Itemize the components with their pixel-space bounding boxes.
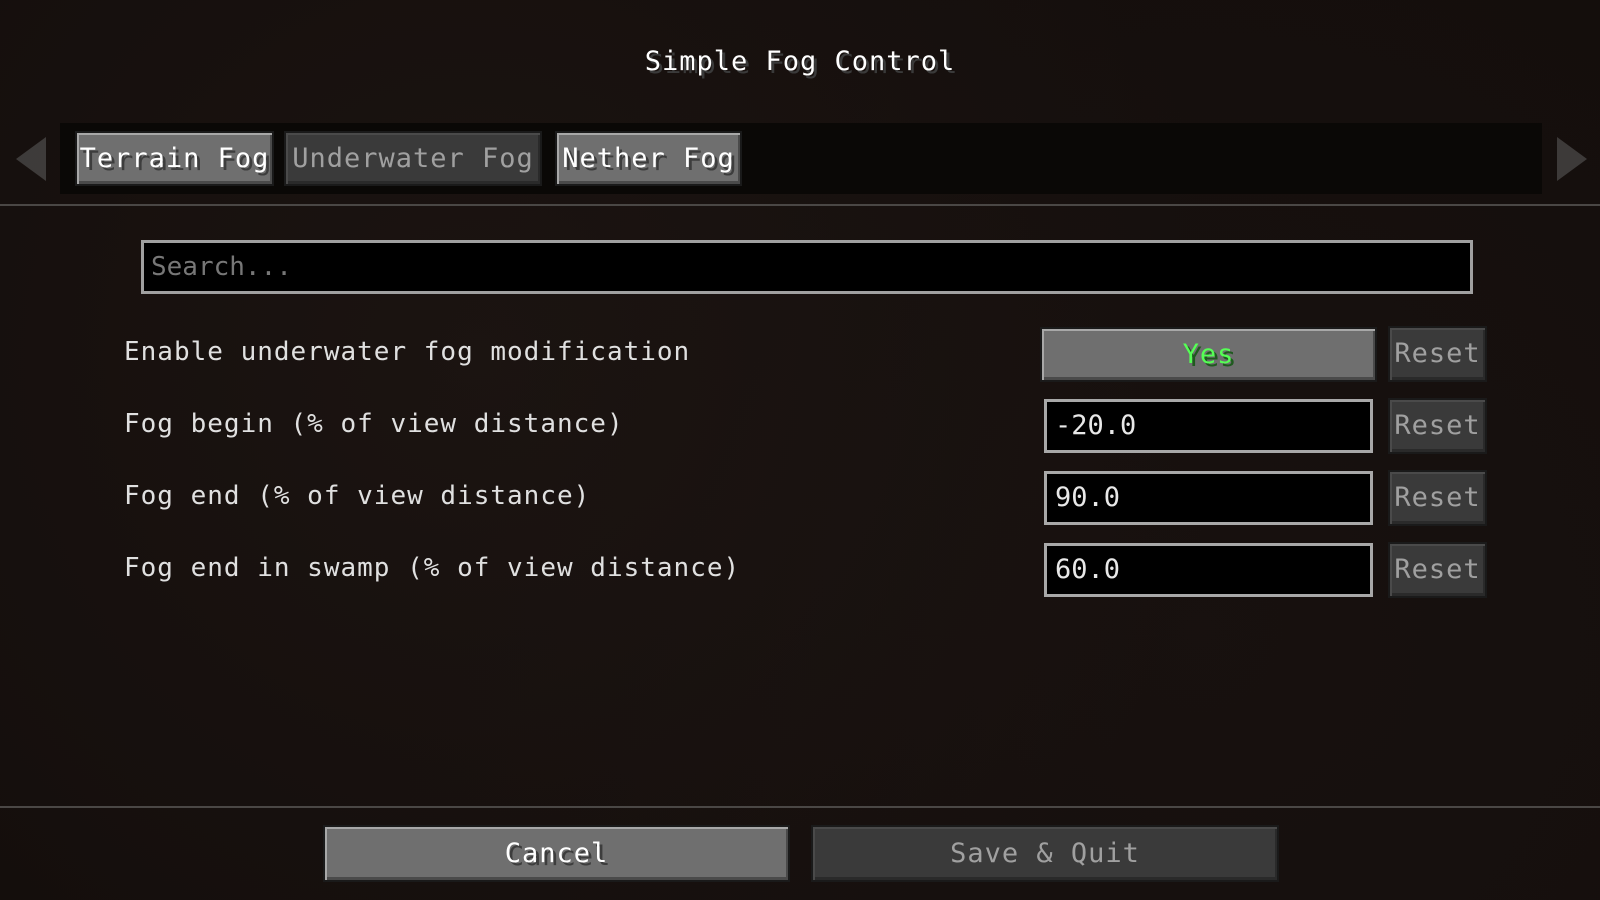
enable-underwater-fog-toggle[interactable]: Yes <box>1040 327 1377 382</box>
tab-terrain-fog[interactable]: Terrain Fog <box>75 131 274 186</box>
reset-button-fog-end-swamp[interactable]: Reset <box>1388 542 1487 598</box>
tab-bar <box>60 123 1542 194</box>
reset-button-enable-underwater-fog[interactable]: Reset <box>1388 326 1487 382</box>
setting-label-fog-end-swamp: Fog end in swamp (% of view distance) <box>124 553 741 583</box>
tab-underwater-fog[interactable]: Underwater Fog <box>284 131 542 186</box>
reset-button-fog-end[interactable]: Reset <box>1388 470 1487 526</box>
cancel-button[interactable]: Cancel <box>323 825 790 882</box>
fog-end-swamp-field[interactable]: 60.0 <box>1044 543 1373 597</box>
tab-nether-fog[interactable]: Nether Fog <box>555 131 742 186</box>
chevron-left-icon[interactable] <box>16 137 46 181</box>
config-screen: Simple Fog Control Terrain Fog Underwate… <box>0 0 1600 900</box>
setting-label-fog-begin: Fog begin (% of view distance) <box>124 409 624 439</box>
save-and-quit-button[interactable]: Save & Quit <box>811 825 1279 882</box>
setting-label-fog-end: Fog end (% of view distance) <box>124 481 591 511</box>
chevron-right-icon[interactable] <box>1557 137 1587 181</box>
header-divider <box>0 204 1600 206</box>
search-input[interactable] <box>141 240 1473 294</box>
footer-divider <box>0 806 1600 808</box>
reset-button-fog-begin[interactable]: Reset <box>1388 398 1487 454</box>
fog-begin-field[interactable]: -20.0 <box>1044 399 1373 453</box>
fog-end-field[interactable]: 90.0 <box>1044 471 1373 525</box>
screen-title: Simple Fog Control <box>644 46 956 77</box>
setting-label-enable-underwater-fog: Enable underwater fog modification <box>124 337 691 367</box>
